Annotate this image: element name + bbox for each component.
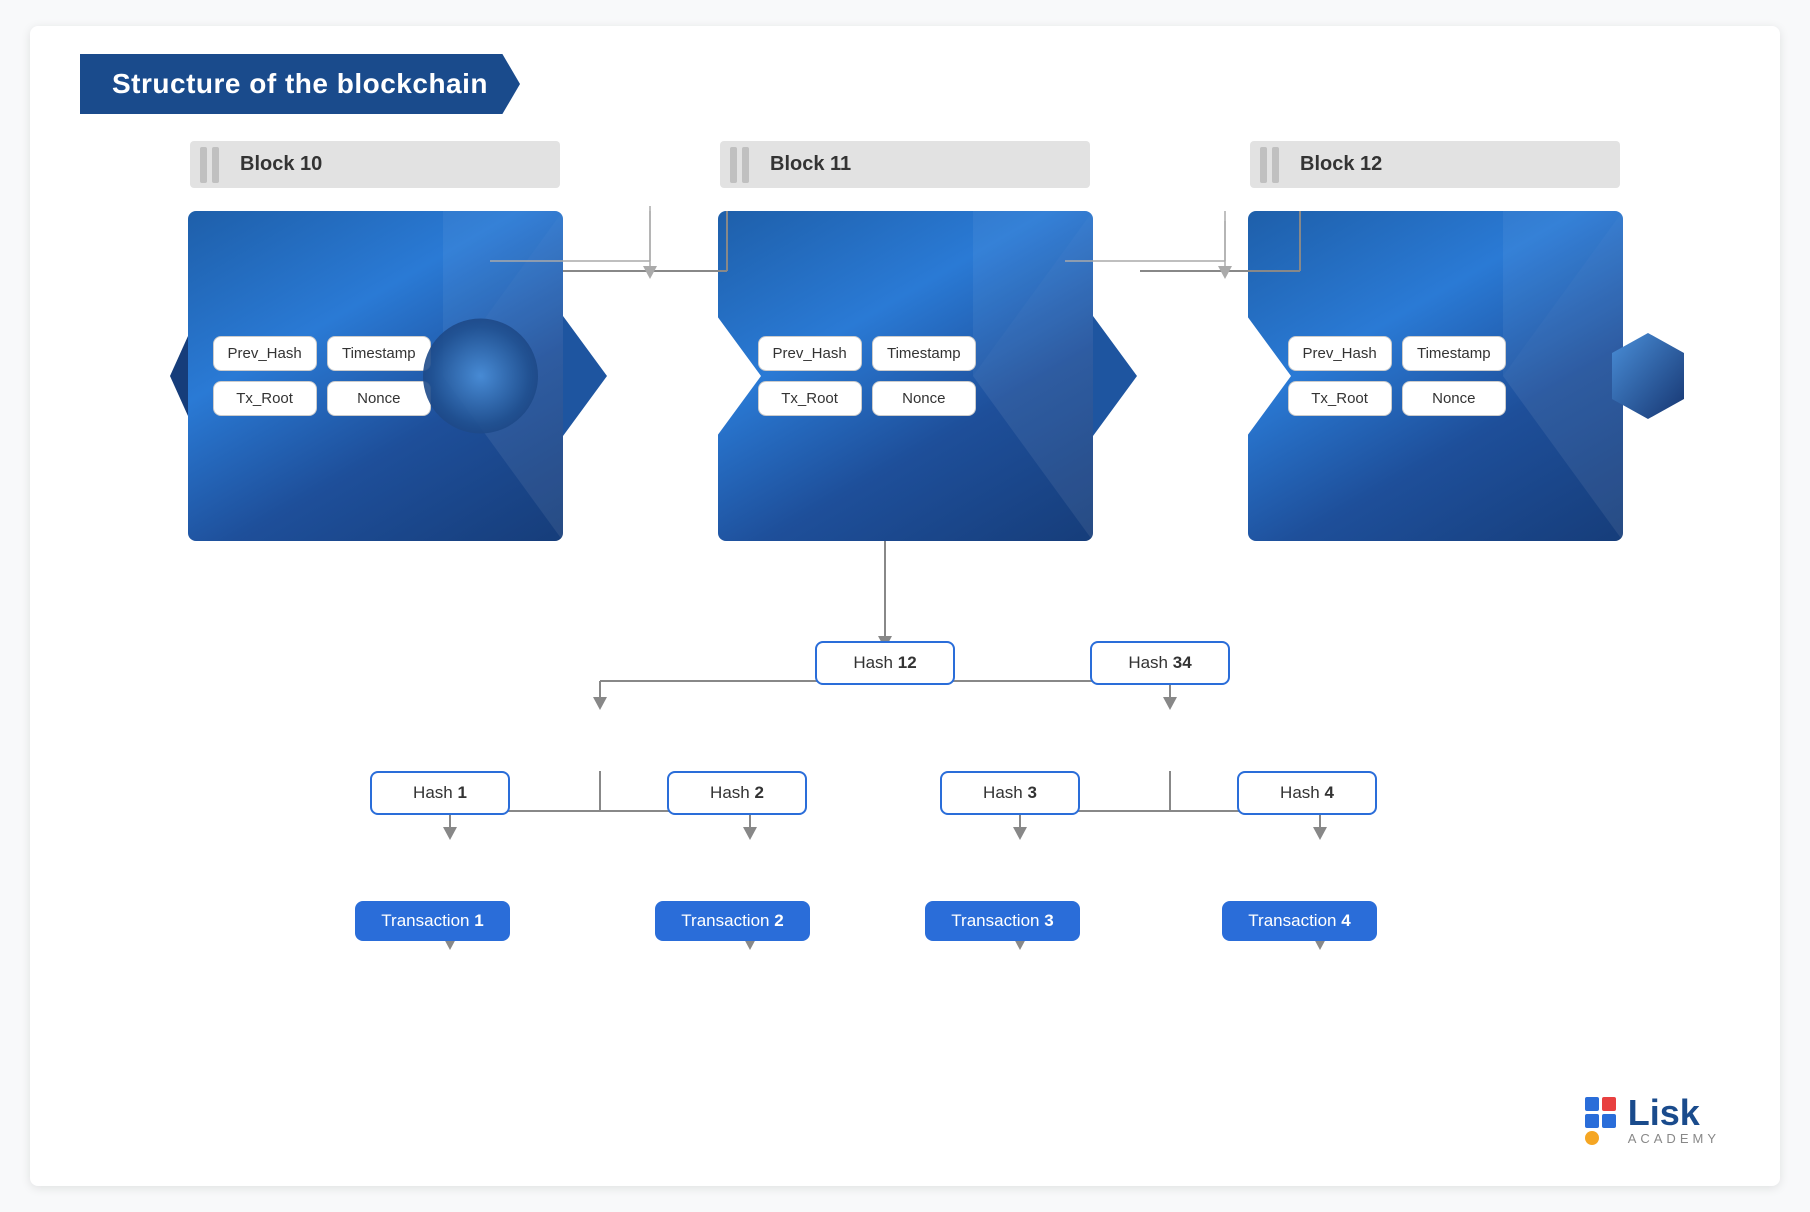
field-prev-hash-10: Prev_Hash (213, 336, 317, 371)
field-txroot-10: Tx_Root (213, 381, 317, 416)
diagram-container: Structure of the blockchain Block 10 Blo… (30, 26, 1780, 1186)
lisk-logo: Lisk ACADEMY (1585, 1095, 1720, 1146)
diagram-title: Structure of the blockchain (80, 54, 520, 114)
block10-circle (423, 319, 538, 434)
lisk-brand-text: Lisk ACADEMY (1628, 1095, 1720, 1146)
field-timestamp-11: Timestamp (872, 336, 976, 371)
field-timestamp-10: Timestamp (327, 336, 431, 371)
block12-label: Block 12 (1250, 141, 1620, 188)
block11-arrow (1093, 316, 1137, 436)
block10-label: Block 10 (190, 141, 560, 188)
field-nonce-12: Nonce (1402, 381, 1506, 416)
blocks-row: Prev_Hash Timestamp Tx_Root Nonce Prev_H… (110, 211, 1700, 541)
block-10: Prev_Hash Timestamp Tx_Root Nonce (188, 211, 563, 541)
block12-fields: Prev_Hash Timestamp Tx_Root Nonce (1288, 336, 1506, 416)
field-timestamp-12: Timestamp (1402, 336, 1506, 371)
block11-fields: Prev_Hash Timestamp Tx_Root Nonce (758, 336, 976, 416)
block12-hexagon (1608, 331, 1688, 421)
field-txroot-11: Tx_Root (758, 381, 862, 416)
block-12: Prev_Hash Timestamp Tx_Root Nonce (1248, 211, 1623, 541)
field-prev-hash-12: Prev_Hash (1288, 336, 1392, 371)
field-nonce-10: Nonce (327, 381, 431, 416)
block10-arrow (563, 316, 607, 436)
field-txroot-12: Tx_Root (1288, 381, 1392, 416)
block-labels-row: Block 10 Block 11 Block 12 (110, 141, 1700, 188)
lisk-icon (1585, 1097, 1616, 1145)
block-11: Prev_Hash Timestamp Tx_Root Nonce (718, 211, 1093, 541)
block11-label: Block 11 (720, 141, 1090, 188)
field-nonce-11: Nonce (872, 381, 976, 416)
field-prev-hash-11: Prev_Hash (758, 336, 862, 371)
block-connector-lines (110, 211, 1760, 213)
block10-fields: Prev_Hash Timestamp Tx_Root Nonce (213, 336, 431, 416)
